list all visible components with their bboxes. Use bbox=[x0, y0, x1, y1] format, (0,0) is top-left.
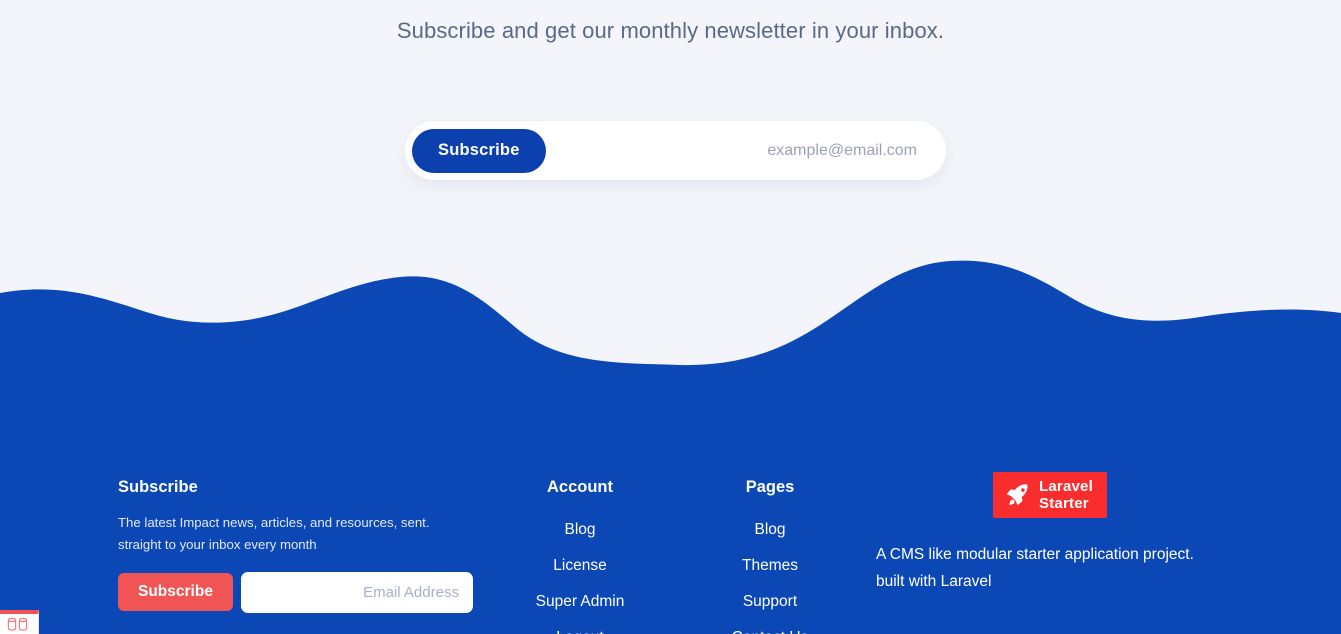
list-item: Blog bbox=[480, 512, 680, 548]
footer-column-subscribe: Subscribe .The latest Impact news, artic… bbox=[118, 380, 478, 613]
rocket-icon bbox=[1007, 484, 1028, 505]
footer-link-account-license[interactable]: License bbox=[480, 548, 680, 584]
footer-link-pages-contact-us[interactable]: Contact Us bbox=[670, 620, 870, 634]
footer-subscribe-button[interactable]: Subscribe bbox=[118, 573, 233, 612]
list-item: Blog bbox=[670, 512, 870, 548]
brand-description: .A CMS like modular starter application … bbox=[876, 546, 1194, 590]
brand-logo-line1: Laravel bbox=[1039, 478, 1093, 495]
footer-account-heading: Account bbox=[547, 478, 613, 496]
wave-divider bbox=[0, 260, 1341, 385]
brand-logo-line2: Starter bbox=[1039, 495, 1089, 512]
site-footer: Subscribe .The latest Impact news, artic… bbox=[0, 380, 1341, 634]
footer-email-input[interactable] bbox=[240, 571, 473, 613]
newsletter-subscribe-form: Subscribe bbox=[405, 121, 946, 180]
footer-pages-links: Blog Themes Support Contact Us bbox=[670, 512, 870, 634]
footer-link-pages-blog[interactable]: Blog bbox=[670, 512, 870, 548]
brand-logo-wrap: Laravel Starter bbox=[850, 472, 1250, 518]
newsletter-heading: .Subscribe and get our monthly newslette… bbox=[396, 18, 945, 43]
corner-widget[interactable] bbox=[0, 610, 39, 634]
footer-link-pages-support[interactable]: Support bbox=[670, 584, 870, 620]
list-item: License bbox=[480, 548, 680, 584]
list-item: Logout bbox=[480, 620, 680, 634]
footer-column-brand: Laravel Starter .A CMS like modular star… bbox=[850, 380, 1250, 595]
footer-subscribe-form: Subscribe bbox=[118, 571, 478, 613]
footer-link-account-super-admin[interactable]: Super Admin bbox=[480, 584, 680, 620]
footer-link-account-blog[interactable]: Blog bbox=[480, 512, 680, 548]
footer-subscribe-heading: Subscribe bbox=[118, 478, 198, 496]
footer-account-links: Blog License Super Admin Logout bbox=[480, 512, 680, 634]
modules-icon bbox=[7, 617, 28, 631]
list-item: Support bbox=[670, 584, 870, 620]
footer-column-pages: Pages Blog Themes Support Contact Us bbox=[670, 380, 870, 634]
footer-column-account: Account Blog License Super Admin Logout bbox=[480, 380, 680, 634]
footer-pages-heading: Pages bbox=[745, 478, 795, 496]
list-item: Themes bbox=[670, 548, 870, 584]
footer-link-account-logout[interactable]: Logout bbox=[480, 620, 680, 634]
brand-logo-text: Laravel Starter bbox=[1039, 478, 1093, 512]
laravel-starter-logo[interactable]: Laravel Starter bbox=[993, 472, 1107, 518]
newsletter-email-input[interactable] bbox=[545, 128, 939, 173]
footer-link-pages-themes[interactable]: Themes bbox=[670, 548, 870, 584]
newsletter-subscribe-button[interactable]: Subscribe bbox=[412, 128, 546, 173]
footer-subscribe-description: .The latest Impact news, articles, and r… bbox=[118, 514, 430, 552]
list-item: Super Admin bbox=[480, 584, 680, 620]
list-item: Contact Us bbox=[670, 620, 870, 634]
